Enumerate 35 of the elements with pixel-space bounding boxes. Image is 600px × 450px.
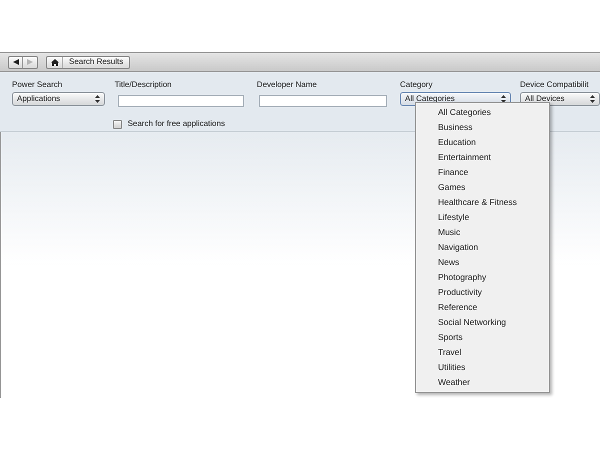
menu-item[interactable]: Music	[416, 225, 549, 240]
field-label: Power Search	[12, 80, 64, 90]
menu-item[interactable]: Reference	[416, 300, 549, 315]
back-arrow-icon	[12, 59, 18, 65]
field-label: Category	[400, 80, 434, 90]
select-arrows-icon	[95, 95, 100, 103]
menu-item[interactable]: Games	[416, 180, 549, 195]
menu-item[interactable]: All Categories	[416, 105, 549, 120]
free-apps-checkbox[interactable]	[112, 120, 122, 128]
menu-item[interactable]: Productivity	[416, 285, 549, 300]
menu-item[interactable]: Entertainment	[416, 150, 549, 165]
menu-item[interactable]: Education	[416, 135, 549, 150]
menu-item[interactable]: Lifestyle	[416, 210, 549, 225]
home-icon	[50, 58, 58, 66]
menu-item[interactable]: Business	[416, 120, 549, 135]
menu-item[interactable]: Travel	[416, 345, 549, 360]
menu-item[interactable]: Sports	[416, 330, 549, 345]
menu-item[interactable]: News	[416, 255, 549, 270]
developer-input-field[interactable]	[258, 95, 387, 107]
dropdown-select[interactable]: Applications	[12, 92, 105, 106]
menu-item[interactable]: Navigation	[416, 240, 549, 255]
field-label: Device Compatibilit	[520, 80, 590, 90]
menu-item[interactable]: Finance	[416, 165, 549, 180]
checkbox-label: Search for free applications	[128, 118, 225, 130]
field-label: Title/Description	[114, 80, 173, 90]
menu-item[interactable]: Utilities	[416, 360, 549, 375]
menu-item[interactable]: Weather	[416, 375, 549, 390]
select-arrows-icon	[590, 95, 595, 103]
menu-item[interactable]: Healthcare & Fitness	[416, 195, 549, 210]
forward-arrow-icon	[27, 59, 33, 65]
menu-item[interactable]: Photography	[416, 270, 549, 285]
field-label: Developer Name	[256, 80, 318, 90]
select-arrows-icon	[501, 95, 506, 103]
menu-item[interactable]: Social Networking	[416, 315, 549, 330]
title-input-field[interactable]	[118, 95, 244, 107]
